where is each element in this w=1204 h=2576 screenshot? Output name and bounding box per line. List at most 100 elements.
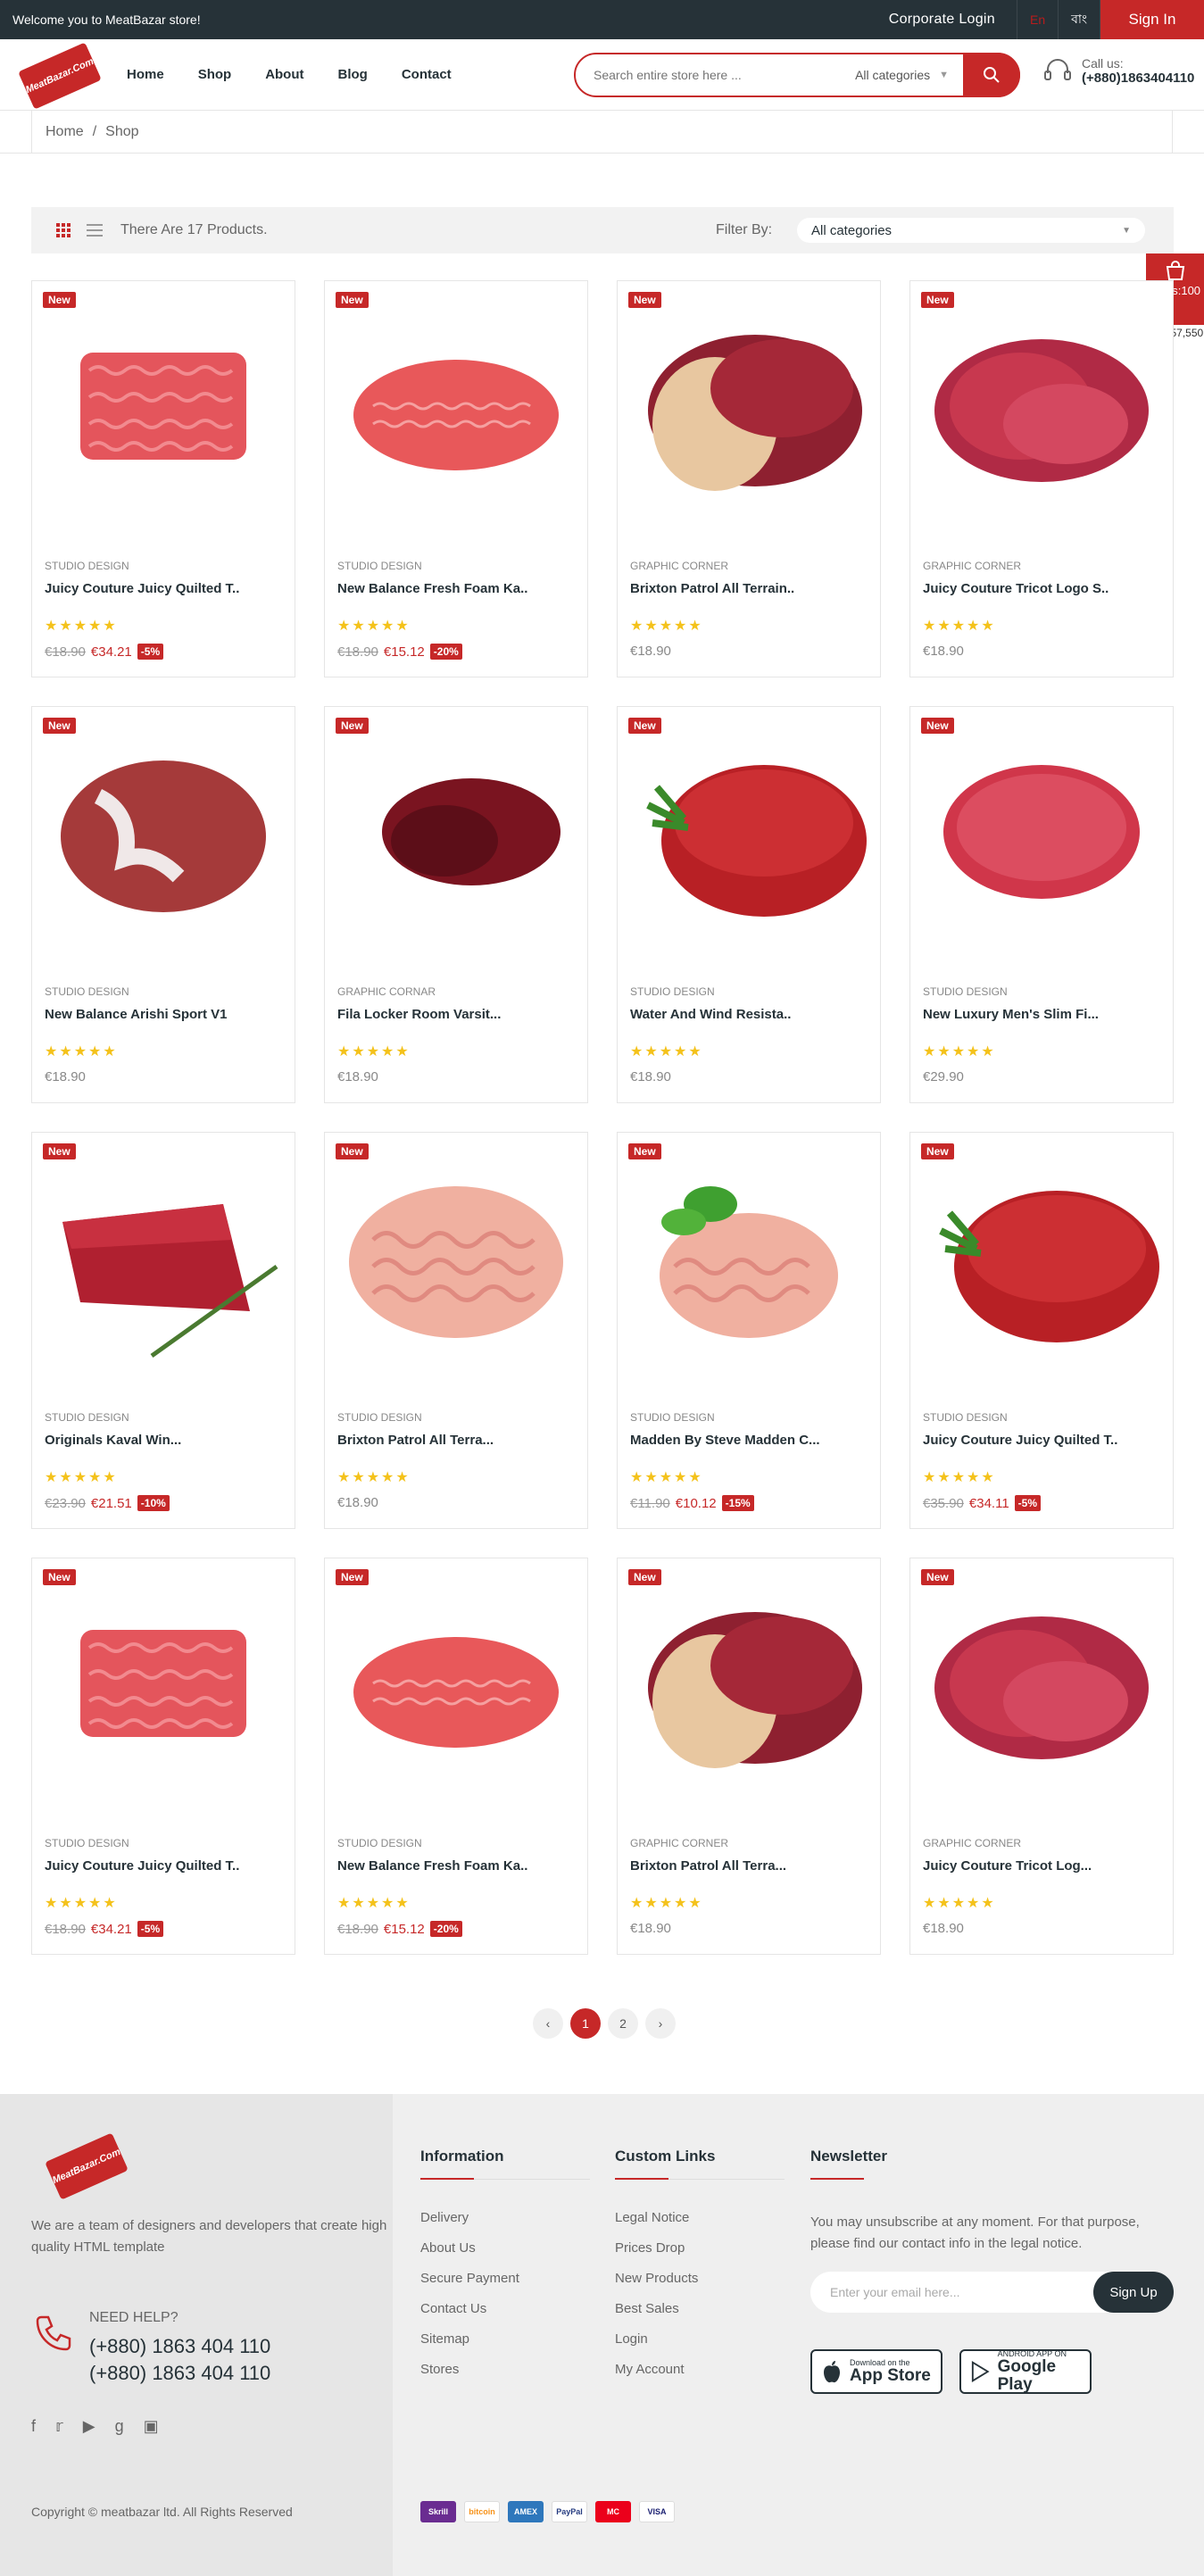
product-image[interactable] [45, 1151, 282, 1361]
nav-home[interactable]: Home [127, 67, 164, 82]
product-card[interactable]: New STUDIO DESIGN New Balance Arishi Spo… [31, 706, 295, 1103]
product-image[interactable] [923, 1151, 1160, 1361]
footer-link-login[interactable]: Login [615, 2331, 698, 2362]
grid-view-icon[interactable] [56, 223, 71, 237]
pagination-page-2[interactable]: 2 [608, 2008, 638, 2039]
product-title[interactable]: New Luxury Men's Slim Fi... [923, 1007, 1099, 1022]
product-image[interactable] [630, 1576, 868, 1787]
product-title[interactable]: Originals Kaval Win... [45, 1433, 181, 1448]
product-card[interactable]: New STUDIO DESIGN New Luxury Men's Slim … [909, 706, 1174, 1103]
signup-button[interactable]: Sign Up [1093, 2272, 1174, 2313]
product-card[interactable]: New STUDIO DESIGN Juicy Couture Juicy Qu… [31, 1558, 295, 1955]
nav-blog[interactable]: Blog [338, 67, 368, 82]
product-image[interactable] [630, 299, 868, 510]
product-old-price: €23.90 [45, 1495, 86, 1511]
product-image[interactable] [630, 725, 868, 935]
pagination-page-1[interactable]: 1 [570, 2008, 601, 2039]
product-title[interactable]: Fila Locker Room Varsit... [337, 1007, 501, 1022]
lang-en-link[interactable]: En [1016, 0, 1059, 39]
facebook-icon[interactable]: f [31, 2417, 36, 2436]
product-image[interactable] [630, 1151, 868, 1361]
search-button[interactable] [963, 53, 1020, 97]
product-card[interactable]: New GRAPHIC CORNER Brixton Patrol All Te… [617, 1558, 881, 1955]
youtube-icon[interactable]: ▶ [83, 2417, 95, 2436]
meat-image [648, 1612, 862, 1768]
product-title[interactable]: Brixton Patrol All Terrain.. [630, 581, 794, 596]
product-card[interactable]: New STUDIO DESIGN Madden By Steve Madden… [617, 1132, 881, 1529]
footer-phone-1[interactable]: (+880) 1863 404 110 [89, 2335, 270, 2358]
sign-in-button[interactable]: Sign In [1100, 0, 1204, 39]
footer-link-secure-payment[interactable]: Secure Payment [420, 2271, 519, 2301]
footer-link-new-products[interactable]: New Products [615, 2271, 698, 2301]
product-image[interactable] [923, 1576, 1160, 1787]
footer-link-legal-notice[interactable]: Legal Notice [615, 2210, 698, 2240]
footer-link-delivery[interactable]: Delivery [420, 2210, 519, 2240]
product-title[interactable]: Juicy Couture Juicy Quilted T.. [923, 1433, 1117, 1448]
pagination-next[interactable]: › [645, 2008, 676, 2039]
nav-about[interactable]: About [265, 67, 303, 82]
new-badge: New [628, 292, 661, 308]
list-view-icon[interactable] [87, 224, 103, 237]
filter-value: All categories [811, 222, 893, 238]
product-image[interactable] [45, 299, 282, 510]
breadcrumb-home[interactable]: Home [46, 124, 84, 140]
product-title[interactable]: Juicy Couture Juicy Quilted T.. [45, 581, 239, 596]
instagram-icon[interactable]: ▣ [144, 2417, 159, 2436]
google-play-badge[interactable]: ANDROID APP ON Google Play [959, 2349, 1092, 2394]
nav-contact[interactable]: Contact [402, 67, 452, 82]
footer-logo[interactable]: MeatBazar.Com [45, 2132, 130, 2200]
product-title[interactable]: Juicy Couture Juicy Quilted T.. [45, 1858, 239, 1874]
product-title[interactable]: New Balance Fresh Foam Ka.. [337, 581, 527, 596]
product-title[interactable]: Brixton Patrol All Terra... [630, 1858, 786, 1874]
search-category-select[interactable]: All categories [855, 68, 930, 82]
product-card[interactable]: New STUDIO DESIGN Brixton Patrol All Ter… [324, 1132, 588, 1529]
product-card[interactable]: New STUDIO DESIGN New Balance Fresh Foam… [324, 280, 588, 677]
filter-select[interactable]: All categories ▼ [797, 218, 1145, 243]
newsletter-email-input[interactable]: Enter your email here... Sign Up [810, 2272, 1174, 2313]
search-input[interactable] [594, 68, 856, 82]
call-number[interactable]: (+880)1863404110 [1082, 71, 1194, 86]
site-logo[interactable]: MeatBazar.Com [18, 41, 104, 110]
product-card[interactable]: New GRAPHIC CORNAR Fila Locker Room Vars… [324, 706, 588, 1103]
product-price: €18.90 [630, 1921, 671, 1936]
footer-link-contact[interactable]: Contact Us [420, 2301, 519, 2331]
product-card[interactable]: New STUDIO DESIGN Water And Wind Resista… [617, 706, 881, 1103]
product-image[interactable] [337, 1151, 575, 1361]
product-title[interactable]: New Balance Fresh Foam Ka.. [337, 1858, 527, 1874]
footer-link-stores[interactable]: Stores [420, 2362, 519, 2392]
twitter-icon[interactable]: 𝕣 [55, 2417, 63, 2436]
product-card[interactable]: New STUDIO DESIGN Juicy Couture Juicy Qu… [31, 280, 295, 677]
app-store-badge[interactable]: Download on the App Store [810, 2349, 942, 2394]
footer-link-my-account[interactable]: My Account [615, 2362, 698, 2392]
footer-link-sitemap[interactable]: Sitemap [420, 2331, 519, 2362]
footer-phone-2[interactable]: (+880) 1863 404 110 [89, 2362, 270, 2385]
pagination-prev[interactable]: ‹ [533, 2008, 563, 2039]
product-image[interactable] [337, 299, 575, 510]
product-title[interactable]: Madden By Steve Madden C... [630, 1433, 820, 1448]
product-card[interactable]: New GRAPHIC CORNER Brixton Patrol All Te… [617, 280, 881, 677]
product-card[interactable]: New GRAPHIC CORNER Juicy Couture Tricot … [909, 280, 1174, 677]
product-image[interactable] [45, 725, 282, 935]
product-title[interactable]: New Balance Arishi Sport V1 [45, 1007, 228, 1022]
google-plus-icon[interactable]: g [115, 2417, 124, 2436]
product-title[interactable]: Juicy Couture Tricot Log... [923, 1858, 1092, 1874]
product-title[interactable]: Brixton Patrol All Terra... [337, 1433, 494, 1448]
product-card[interactable]: New STUDIO DESIGN Originals Kaval Win...… [31, 1132, 295, 1529]
nav-shop[interactable]: Shop [198, 67, 232, 82]
footer-link-prices-drop[interactable]: Prices Drop [615, 2240, 698, 2271]
product-image[interactable] [337, 1576, 575, 1787]
product-image[interactable] [45, 1576, 282, 1787]
product-card[interactable]: New STUDIO DESIGN Juicy Couture Juicy Qu… [909, 1132, 1174, 1529]
lang-bn-link[interactable]: বাং [1059, 0, 1100, 39]
product-card[interactable]: New GRAPHIC CORNER Juicy Couture Tricot … [909, 1558, 1174, 1955]
product-title[interactable]: Water And Wind Resista.. [630, 1007, 791, 1022]
product-card[interactable]: New STUDIO DESIGN New Balance Fresh Foam… [324, 1558, 588, 1955]
product-image[interactable] [923, 725, 1160, 935]
footer-link-about[interactable]: About Us [420, 2240, 519, 2271]
product-title[interactable]: Juicy Couture Tricot Logo S.. [923, 581, 1109, 596]
corporate-login-link[interactable]: Corporate Login [868, 12, 1017, 28]
meat-image [648, 335, 862, 491]
product-image[interactable] [337, 725, 575, 935]
product-image[interactable] [923, 299, 1160, 510]
footer-link-best-sales[interactable]: Best Sales [615, 2301, 698, 2331]
